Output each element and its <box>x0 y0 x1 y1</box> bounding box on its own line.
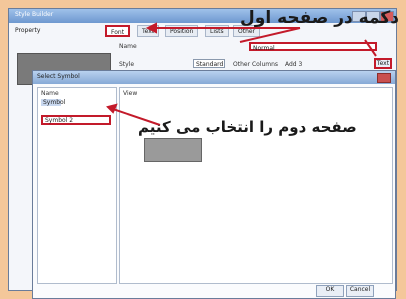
select-dialog: Select Symbol Name Symbol Symbol 2 View <box>32 70 396 299</box>
list-item[interactable]: Symbol 2 <box>41 115 111 125</box>
symbol-list: Name Symbol Symbol 2 <box>37 87 117 284</box>
style-label: Style <box>119 61 135 68</box>
tab-position[interactable]: Position <box>165 25 199 37</box>
style-select[interactable]: Standard <box>193 59 225 68</box>
tab-text[interactable]: Text <box>137 25 160 37</box>
symbol-preview <box>144 138 202 162</box>
tab-font[interactable]: Font <box>105 25 131 37</box>
name-label: Name <box>119 43 137 50</box>
other-label: Other Columns <box>233 61 279 68</box>
preview-header: View <box>123 90 138 97</box>
dialog-title: Select Symbol <box>33 71 395 84</box>
window-title: Style Builder <box>15 11 54 18</box>
annotation-second: صفحه دوم را انتخاب می کنیم <box>138 118 357 136</box>
list-header: Name <box>41 90 59 97</box>
list-item[interactable]: Symbol <box>41 99 65 106</box>
ok-button[interactable]: OK <box>316 285 344 297</box>
dialog-close-button[interactable] <box>377 73 391 83</box>
font-input[interactable]: Normal <box>249 42 377 52</box>
cancel-button[interactable]: Cancel <box>346 285 374 297</box>
other-value: Add 3 <box>285 61 303 68</box>
preview-panel: View <box>119 87 393 284</box>
tab-lists[interactable]: Lists <box>205 25 229 37</box>
annotation-first: دکمه در صفحه اول <box>240 8 399 28</box>
browse-button[interactable]: Text <box>374 58 392 69</box>
